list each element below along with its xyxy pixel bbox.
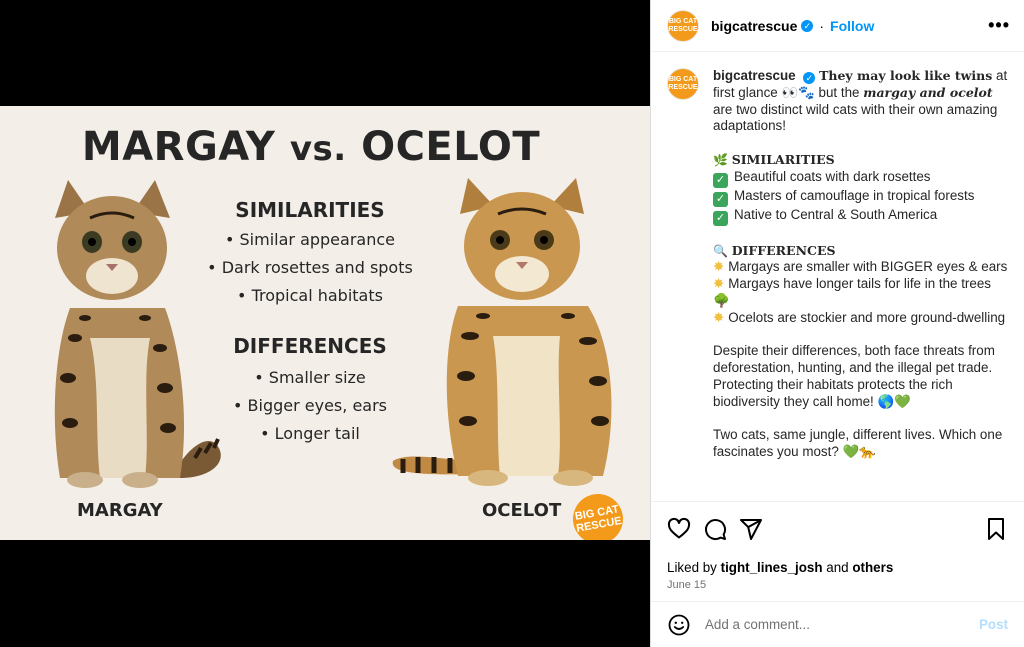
- caption-bold-text: They may look like twins: [819, 68, 993, 83]
- caption-difference-item: Margays are smaller with BIGGER eyes & e…: [728, 259, 1008, 275]
- like-heart-icon[interactable]: [667, 517, 691, 541]
- caption-similarity-item: Masters of camouflage in tropical forest…: [734, 187, 975, 203]
- liked-by-user-link[interactable]: tight_lines_josh: [721, 560, 823, 575]
- caption-scroll-area[interactable]: BIG CAT RESCUE bigcatrescue ✓ They may l…: [651, 52, 1024, 501]
- verified-badge-icon: ✓: [801, 19, 814, 32]
- caption-difference-item: Margays have longer tails for life in th…: [713, 276, 991, 308]
- comment-input[interactable]: [705, 617, 979, 632]
- similarities-heading: SIMILARITIES: [235, 198, 385, 222]
- caption-similarity-item: Native to Central & South America: [734, 206, 938, 222]
- star-icon: ✸: [713, 309, 725, 325]
- post-date[interactable]: June 15: [667, 579, 1008, 591]
- caption-italic-text: margay and ocelot: [863, 84, 993, 100]
- caption-paragraph: Two cats, same jungle, different lives. …: [713, 427, 1003, 460]
- caption-paragraph: Despite their differences, both face thr…: [713, 343, 995, 409]
- share-icon[interactable]: [739, 517, 763, 541]
- more-options-icon[interactable]: •••: [988, 15, 1010, 36]
- infographic-title: MARGAY vs. OCELOT: [81, 124, 541, 170]
- post-actions: Liked by tight_lines_josh and others Jun…: [651, 501, 1024, 601]
- differences-heading: DIFFERENCES: [233, 334, 387, 358]
- likes-joiner: and: [822, 560, 853, 575]
- caption-username[interactable]: bigcatrescue: [713, 68, 796, 83]
- caption-similarities-heading: SIMILARITIES: [731, 151, 835, 167]
- post-caption: bigcatrescue ✓ They may look like twins …: [713, 68, 1008, 461]
- liked-by-others-link[interactable]: others: [852, 560, 893, 575]
- margay-label: MARGAY: [77, 500, 163, 521]
- post-header: BIG CAT RESCUE bigcatrescue ✓ · Follow •…: [651, 0, 1024, 52]
- post-side-panel: BIG CAT RESCUE bigcatrescue ✓ · Follow •…: [650, 0, 1024, 647]
- check-icon: ✓: [713, 191, 728, 207]
- bigcatrescue-logo: BIG CAT RESCUE: [569, 490, 627, 540]
- check-icon: ✓: [713, 210, 728, 226]
- likes-summary: Liked by tight_lines_josh and others: [667, 560, 1008, 575]
- comment-icon[interactable]: [703, 517, 727, 541]
- follow-button[interactable]: Follow: [830, 18, 874, 34]
- avatar[interactable]: BIG CAT RESCUE: [667, 9, 699, 42]
- caption-text: are two distinct wild cats with their ow…: [713, 101, 998, 134]
- emoji-picker-icon[interactable]: [667, 613, 691, 637]
- separator-dot: ·: [819, 17, 825, 34]
- check-icon: ✓: [713, 172, 728, 188]
- ocelot-illustration: [392, 178, 612, 486]
- caption-similarity-item: Beautiful coats with dark rosettes: [734, 168, 931, 184]
- caption-avatar[interactable]: BIG CAT RESCUE: [667, 68, 699, 100]
- star-icon: ✸: [713, 276, 725, 292]
- verified-badge-icon: ✓: [803, 72, 816, 84]
- header-username[interactable]: bigcatrescue: [711, 18, 797, 34]
- infographic-image: MARGAY vs. OCELOT SIMILARITIES Similar a…: [0, 106, 650, 540]
- comment-bar: Post: [651, 601, 1024, 647]
- margay-illustration: [54, 180, 221, 488]
- star-icon: ✸: [713, 259, 725, 275]
- post-comment-button[interactable]: Post: [979, 617, 1008, 632]
- post-media[interactable]: MARGAY vs. OCELOT SIMILARITIES Similar a…: [0, 0, 650, 647]
- ocelot-label: OCELOT: [482, 500, 562, 521]
- save-bookmark-icon[interactable]: [984, 517, 1008, 541]
- caption-differences-heading: DIFFERENCES: [731, 242, 836, 258]
- magnifier-icon: 🔍: [713, 243, 728, 258]
- likes-prefix: Liked by: [667, 560, 721, 575]
- leaf-icon: 🌿: [713, 152, 728, 167]
- caption-difference-item: Ocelots are stockier and more ground-dwe…: [728, 309, 1006, 325]
